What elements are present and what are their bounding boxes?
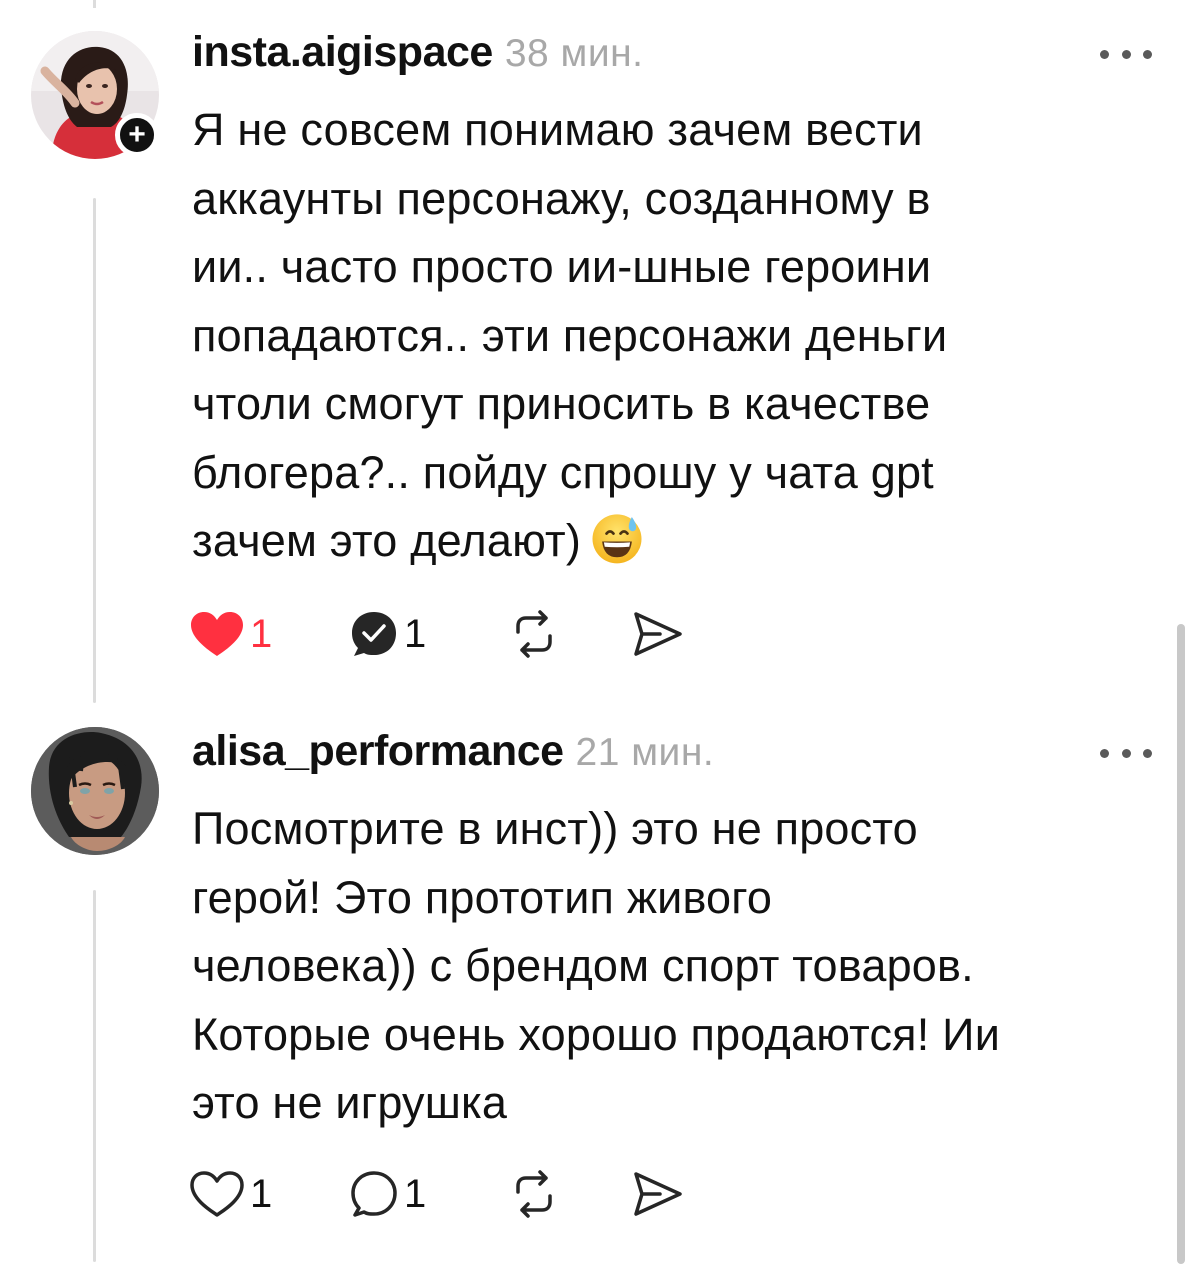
comment: alisa_performance 21 мин. Посмотрите в и…: [0, 710, 1195, 1280]
avatar-image: [31, 727, 159, 855]
follow-button[interactable]: +: [115, 113, 159, 157]
comment-text-line: это не игрушка: [192, 1077, 508, 1128]
reply-button[interactable]: 1: [348, 1166, 508, 1222]
comment-text-line: Я не совсем понимаю зачем вести: [192, 104, 923, 155]
username[interactable]: insta.aigispace: [192, 28, 493, 77]
timestamp: 38 мин.: [504, 32, 644, 75]
repost-icon: [516, 610, 552, 658]
grinning-face-with-sweat-icon: [592, 514, 642, 564]
comment-text-line: блогера?.. пойду спрошу у чата gpt: [192, 446, 934, 498]
heart-icon: [190, 1171, 244, 1217]
repost-icon: [516, 1170, 552, 1218]
comment-text-line: чтоли смогут приносить в качестве: [192, 378, 931, 429]
like-button[interactable]: 1: [188, 606, 348, 662]
more-icon[interactable]: [1100, 44, 1152, 64]
reply-icon: [352, 612, 396, 656]
comment-text: Я не совсем понимаю зачем вести аккаунты…: [192, 96, 1182, 576]
reply-button[interactable]: 1: [348, 606, 508, 662]
like-button[interactable]: 1: [188, 1166, 348, 1222]
comment-text-line: Посмотрите в инст)) это не просто: [192, 803, 918, 854]
thread-line: [93, 198, 96, 703]
comment-actions: 1 1: [188, 1166, 684, 1222]
reply-icon: [351, 1171, 397, 1217]
comment-text-line: ии.. часто просто ии-шные героини: [192, 241, 932, 292]
reply-count: 1: [404, 1171, 427, 1216]
comment-text-line: зачем это делают): [192, 515, 582, 566]
comment-text-line: человека)) с брендом спорт товаров.: [192, 940, 974, 991]
comment-text-line: Которые очень хорошо продаются! Ии: [192, 1008, 1001, 1060]
avatar[interactable]: [31, 727, 159, 855]
comment-actions: 1 1: [188, 606, 684, 662]
like-count: 1: [250, 611, 273, 656]
comment-text: Посмотрите в инст)) это не просто герой!…: [192, 795, 1182, 1138]
comment: + insta.aigispace 38 мин. Я не совсем по…: [0, 0, 1195, 710]
username[interactable]: alisa_performance: [192, 727, 564, 776]
share-icon: [634, 1172, 682, 1216]
timestamp: 21 мин.: [575, 731, 715, 774]
share-icon: [634, 612, 682, 656]
comment-header: insta.aigispace 38 мин.: [192, 28, 644, 78]
share-button[interactable]: [630, 606, 684, 662]
share-button[interactable]: [630, 1166, 684, 1222]
more-icon[interactable]: [1100, 743, 1152, 763]
like-count: 1: [250, 1171, 273, 1216]
comment-text-line: аккаунты персонажу, созданному в: [192, 172, 931, 224]
heart-icon: [191, 612, 243, 656]
comment-text-last-line: зачем это делают): [192, 507, 1182, 576]
comment-header: alisa_performance 21 мин.: [192, 727, 714, 777]
repost-button[interactable]: [508, 606, 630, 662]
reply-count: 1: [404, 611, 427, 656]
comment-text-line: попадаются.. эти персонажи деньги: [192, 309, 948, 361]
thread-line: [93, 890, 96, 1262]
repost-button[interactable]: [508, 1166, 630, 1222]
comment-text-line: герой! Это прототип живого: [192, 871, 773, 923]
scrollbar[interactable]: [1177, 624, 1185, 1264]
